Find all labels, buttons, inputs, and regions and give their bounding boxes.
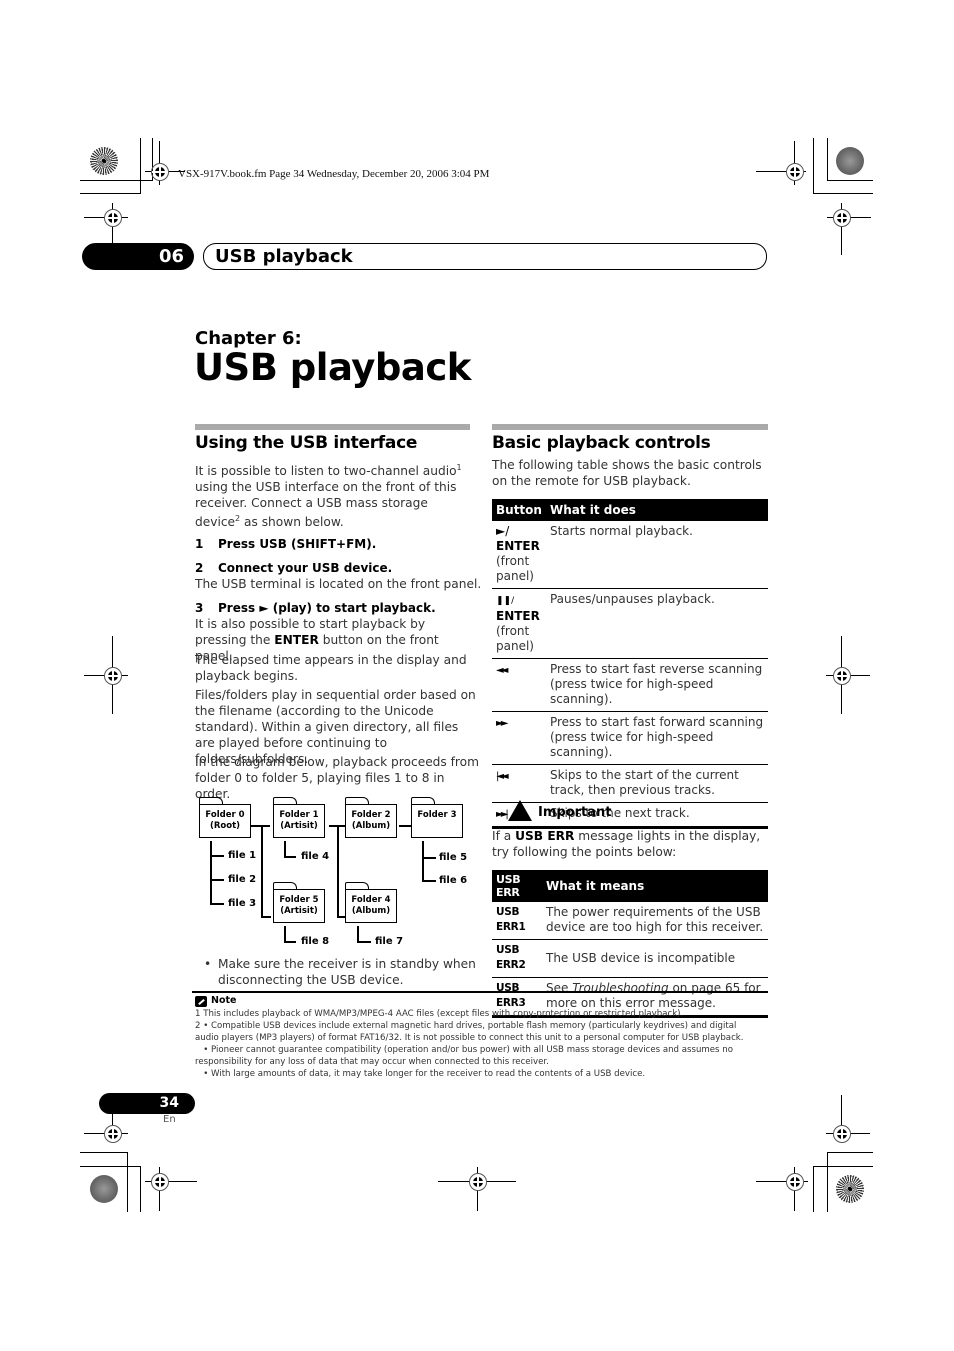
footnote-ref[interactable]: 1 [457, 463, 462, 472]
color-bar-disc-icon [836, 1175, 864, 1203]
row-description: Starts normal playback. [545, 521, 768, 589]
table-header-row: USB ERR What it means [492, 870, 768, 902]
registration-mark-icon [786, 163, 804, 181]
note-label: Note [211, 995, 237, 1006]
footnote-line: audio players (MP3 players) of format FA… [195, 1033, 744, 1043]
section-divider [195, 424, 470, 430]
table-row: ►► Press to start fast forward scanning … [492, 711, 768, 765]
error-description: The USB device is incompatible [542, 939, 768, 978]
important-text: If a USB ERR message lights in the displ… [492, 829, 761, 859]
column-header-usb-err: USB ERR [492, 870, 542, 902]
chapter-tab-title: USB playback [203, 243, 767, 270]
step-3: 3 Press ► (play) to start playback. [195, 601, 436, 615]
notes-divider [192, 991, 768, 993]
registration-mark-icon [833, 1125, 851, 1143]
folder-5: Folder 5 (Artisit) [273, 882, 327, 924]
table-row: USB ERR2 The USB device is incompatible [492, 939, 768, 978]
bullet-dot: • [204, 957, 212, 971]
file-8-label: file 8 [301, 936, 330, 947]
important-label: Important [538, 805, 612, 820]
step-2-body: The USB terminal is located on the front… [195, 577, 482, 591]
folder-1: Folder 1 (Artisit) [273, 797, 327, 839]
registration-mark-icon [104, 667, 122, 685]
folder-2: Folder 2 (Album) [345, 797, 399, 839]
folder-4: Folder 4 (Album) [345, 882, 399, 924]
column-header-what-it-does: What it does [545, 499, 768, 521]
row-description: Press to start fast forward scanning (pr… [545, 711, 768, 765]
registration-mark-icon [104, 1125, 122, 1143]
page-title: USB playback [194, 346, 471, 389]
section-heading-usb-interface: Using the USB interface [195, 433, 418, 453]
file-1-label: file 1 [228, 850, 257, 861]
skip-next-icon: ►►| [496, 809, 509, 820]
table-row: ►/ENTER (front panel) Starts normal playb… [492, 521, 768, 589]
fast-forward-icon: ►► [496, 718, 509, 729]
row-description: Press to start fast reverse scanning (pr… [545, 658, 768, 712]
language-code: En [163, 1114, 176, 1125]
elapsed-paragraph: The elapsed time appears in the display … [195, 653, 467, 683]
file-3-label: file 3 [228, 898, 257, 909]
fast-reverse-icon: ◄◄ [496, 665, 509, 676]
file-5-label: file 5 [439, 852, 468, 863]
registration-mark-icon [469, 1173, 487, 1191]
intro-paragraph: It is possible to listen to two-channel … [195, 463, 462, 530]
note-pencil-icon [195, 996, 207, 1007]
color-bar-disc-icon [90, 1175, 118, 1203]
color-bar-disc-icon [836, 147, 864, 175]
registration-mark-icon [833, 667, 851, 685]
folder-0: Folder 0 (Root) [199, 797, 253, 839]
registration-mark-icon [104, 209, 122, 227]
controls-intro: The following table shows the basic cont… [492, 458, 762, 488]
file-2-label: file 2 [228, 874, 257, 885]
standby-bullet: Make sure the receiver is in standby whe… [218, 957, 476, 987]
color-bar-disc-icon [90, 147, 118, 175]
file-info-slug: VSX-917V.book.fm Page 34 Wednesday, Dece… [178, 168, 490, 180]
usb-error-table: USB ERR What it means USB ERR1 The power… [492, 870, 768, 1018]
warning-hand-icon [508, 800, 532, 821]
table-header-row: Button What it does [492, 499, 768, 521]
section-heading-basic-controls: Basic playback controls [492, 433, 711, 453]
section-divider [492, 424, 768, 430]
registration-mark-icon [151, 163, 169, 181]
playback-controls-table: Button What it does ►/ENTER (front panel)… [492, 499, 768, 829]
error-description: The power requirements of the USB device… [542, 902, 768, 940]
column-header-what-it-means: What it means [542, 870, 768, 902]
row-description: Pauses/unpauses playback. [545, 588, 768, 659]
row-description: Skips to the start of the current track,… [545, 764, 768, 803]
error-code: USB ERR1 [492, 902, 542, 940]
file-4-label: file 4 [301, 851, 330, 862]
folder-structure-diagram: Folder 0 (Root) Folder 1 (Artisit) Folder … [195, 792, 475, 952]
registration-mark-icon [786, 1173, 804, 1191]
column-header-button: Button [492, 499, 546, 521]
table-row: |◄◄ Skips to the start of the current tr… [492, 764, 768, 803]
chapter-number-badge: 06 [82, 243, 194, 270]
footnote-line: 1 This includes playback of WMA/MP3/MPEG… [195, 1009, 684, 1019]
table-row: USB ERR1 The power requirements of the U… [492, 902, 768, 940]
step-1: 1 Press USB (SHIFT+FM). [195, 537, 377, 551]
footnote-line: 2 • Compatible USB devices include exter… [195, 1021, 737, 1031]
page-number-badge: 34 [99, 1093, 195, 1114]
skip-previous-icon: |◄◄ [496, 771, 509, 782]
error-code: USB ERR2 [492, 939, 542, 978]
registration-mark-icon [833, 209, 851, 227]
file-6-label: file 6 [439, 875, 468, 886]
play-icon: ►/ [496, 524, 510, 538]
table-row: ❚❚/ENTER (front panel) Pauses/unpauses pl… [492, 588, 768, 659]
step-2: 2 Connect your USB device. [195, 561, 393, 575]
pause-icon: ❚❚/ [496, 596, 515, 606]
table-row: ◄◄ Press to start fast reverse scanning … [492, 658, 768, 712]
table-row: ►►| Skips to the next track. [492, 802, 768, 829]
folder-3: Folder 3 [411, 797, 465, 839]
footnote-line: • Pioneer cannot guarantee compatibility… [195, 1045, 733, 1055]
registration-mark-icon [151, 1173, 169, 1191]
footnote-line: • With large amounts of data, it may tak… [195, 1069, 646, 1079]
footnote-line: responsibility for any loss of data that… [195, 1057, 549, 1067]
file-7-label: file 7 [375, 936, 404, 947]
